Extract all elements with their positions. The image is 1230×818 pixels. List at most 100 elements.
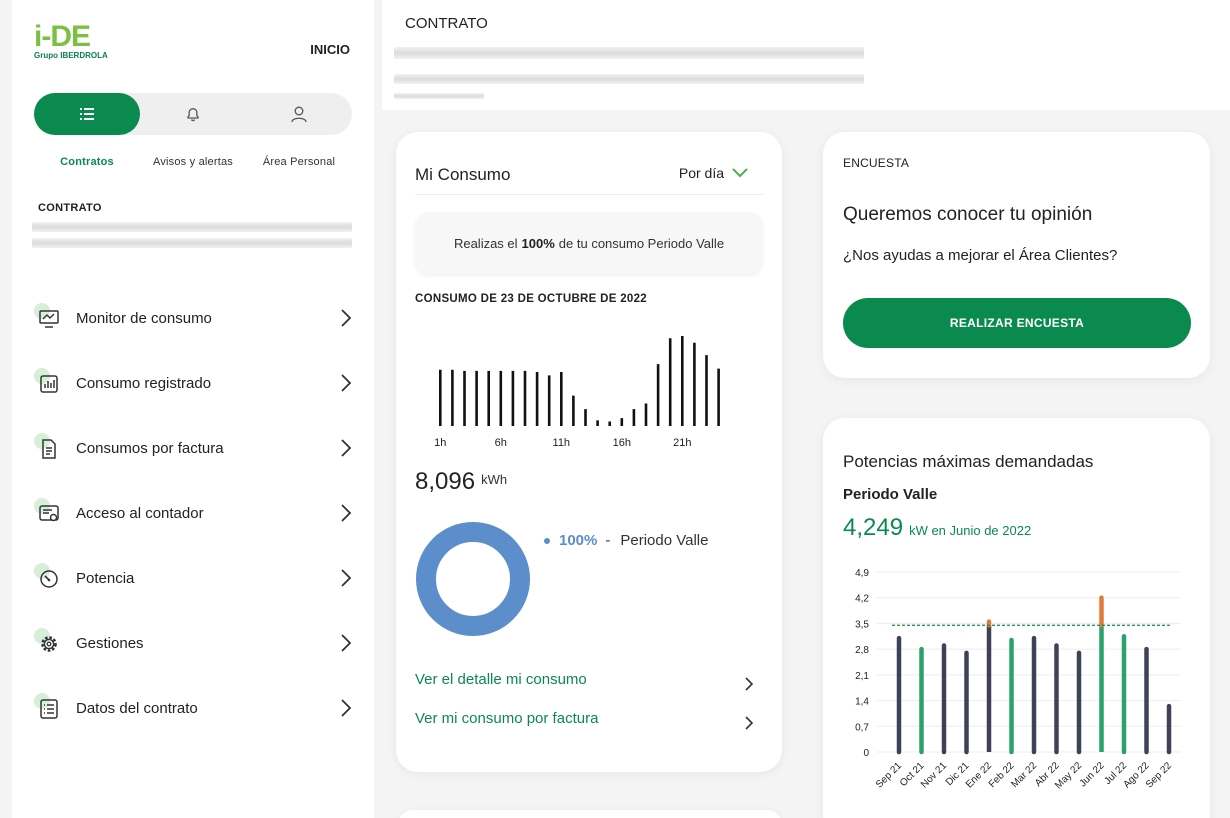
sidebar-item-monitor[interactable]: Monitor de consumo: [32, 286, 352, 351]
consumo-date-heading: CONSUMO DE 23 DE OCTUBRE DE 2022: [415, 293, 647, 305]
page-title: CONTRATO: [405, 15, 488, 32]
legend-sep: -: [605, 532, 611, 549]
list-icon: [80, 108, 94, 120]
hourly-bar-24h: [717, 368, 720, 426]
hourly-bar-4h: [475, 370, 478, 426]
chevron-right-icon: [341, 374, 352, 392]
hourly-bar-23h: [705, 355, 708, 426]
power-xtick-label: Sep 22: [1144, 760, 1174, 790]
power-ytick-label: 3,5: [855, 619, 869, 630]
potencias-title: Potencias máximas demandadas: [843, 452, 1094, 471]
hourly-bar-3h: [463, 370, 466, 426]
sidebar-item-label: Acceso al contador: [76, 505, 204, 522]
power-ytick-label: 1,4: [855, 697, 869, 708]
hourly-bar-2h: [451, 369, 454, 426]
power-xtick-label: Mar 22: [1009, 760, 1039, 790]
summary-pct: 100%: [521, 235, 555, 251]
legend-pct: 100%: [559, 532, 598, 549]
chevron-right-icon[interactable]: [744, 715, 754, 731]
realizar-encuesta-button[interactable]: REALIZAR ENCUESTA: [843, 298, 1191, 348]
chevron-right-icon: [341, 569, 352, 587]
period-dropdown-value: Por día: [678, 165, 724, 181]
hourly-bar-10h: [547, 375, 551, 426]
inicio-link[interactable]: INICIO: [310, 42, 350, 57]
chevron-right-icon[interactable]: [744, 676, 754, 692]
hourly-bar-14h: [596, 420, 599, 426]
sidebar-item-consumo-registrado[interactable]: Consumo registrado: [32, 351, 352, 416]
hourly-bar-8h: [523, 370, 527, 426]
hourly-bar-16h: [620, 418, 624, 426]
hourly-bar-12h: [572, 395, 575, 426]
monitor-icon-wrap: [34, 302, 62, 332]
hourly-bar-9h: [535, 372, 539, 426]
list-doc-icon-wrap: [34, 692, 62, 722]
tab-avisos[interactable]: [140, 93, 246, 135]
hourly-bar-19h: [656, 364, 660, 426]
encuesta-subtitle: ¿Nos ayudas a mejorar el Área Clientes?: [843, 247, 1118, 264]
meter-icon-wrap: [34, 497, 62, 527]
logo-subtext: Grupo IBERDROLA: [34, 51, 108, 60]
hourly-tick-label: 16h: [613, 437, 631, 449]
hourly-bar-20h: [668, 338, 672, 426]
power-ytick-label: 2,8: [855, 645, 869, 656]
hourly-bar-5h: [487, 370, 490, 426]
consumo-total-unit: kWh: [481, 472, 508, 487]
hourly-bar-21h: [681, 336, 684, 426]
divider: [415, 194, 763, 195]
gauge-icon: [40, 569, 58, 588]
next-card: [398, 810, 782, 818]
hourly-bar-15h: [608, 421, 611, 426]
legend-label: Periodo Valle: [620, 532, 709, 549]
sidebar-item-gestiones[interactable]: Gestiones: [32, 611, 352, 676]
consumo-total-value: 8,096: [415, 468, 476, 495]
link-detalle-consumo[interactable]: Ver el detalle mi consumo: [415, 671, 587, 688]
donut-slice-periodo-valle: [416, 522, 530, 636]
power-ytick-label: 0: [863, 748, 869, 759]
hourly-bar-17h: [632, 409, 636, 426]
summary-pre: Realizas el: [453, 235, 518, 251]
gear-icon: [41, 635, 57, 652]
power-xtick-label: Jun 22: [1078, 760, 1107, 789]
tab-area-personal[interactable]: [246, 93, 352, 135]
tab-label-contratos[interactable]: Contratos: [34, 156, 140, 168]
chevron-right-icon: [341, 439, 352, 457]
potencias-max-value: 4,249 kW en Junio de 2022: [843, 514, 1031, 542]
redacted-contract-line: [32, 222, 352, 232]
potencias-value: 4,249: [843, 514, 904, 541]
consumo-card: Mi Consumo Por día Realizas el 100% de t…: [396, 132, 782, 772]
period-dropdown[interactable]: Por día: [679, 165, 748, 181]
chevron-right-icon: [341, 309, 352, 327]
power-xtick-label: Sep 21: [874, 760, 904, 790]
consumo-summary: Realizas el 100% de tu consumo Periodo V…: [415, 212, 763, 274]
sidebar: i-DE Grupo IBERDROLA INICIO Contratos Av…: [12, 0, 374, 818]
sidebar-item-acceso-contador[interactable]: Acceso al contador: [32, 481, 352, 546]
tab-contratos[interactable]: [34, 93, 140, 135]
sidebar-item-label: Potencia: [76, 570, 135, 587]
power-ytick-label: 4,2: [855, 594, 869, 605]
sidebar-item-datos-contrato[interactable]: Datos del contrato: [32, 676, 352, 741]
redacted-contract-line: [32, 238, 352, 248]
gauge-icon-wrap: [34, 562, 62, 592]
redacted-header-line: [394, 74, 864, 84]
link-consumo-factura[interactable]: Ver mi consumo por factura: [415, 710, 598, 727]
bell-icon: [187, 108, 199, 122]
sidebar-item-potencia[interactable]: Potencia: [32, 546, 352, 611]
sidebar-item-label: Monitor de consumo: [76, 310, 212, 327]
logo-text: i-DE: [34, 20, 91, 53]
tab-label-area-personal[interactable]: Área Personal: [246, 156, 352, 168]
sidebar-item-consumos-factura[interactable]: Consumos por factura: [32, 416, 352, 481]
tab-label-avisos[interactable]: Avisos y alertas: [140, 156, 246, 168]
power-ytick-label: 0,7: [855, 722, 869, 733]
user-icon: [291, 106, 307, 123]
logo[interactable]: i-DE Grupo IBERDROLA: [34, 20, 108, 60]
period-donut-chart: [416, 522, 530, 636]
chevron-right-icon: [341, 634, 352, 652]
sidebar-item-label: Gestiones: [76, 635, 144, 652]
power-ytick-label: 2,1: [855, 671, 869, 682]
hourly-bar-6h: [499, 370, 503, 426]
hourly-tick-label: 21h: [673, 437, 691, 449]
bar-chart-icon-wrap: [34, 367, 62, 397]
hourly-bar-11h: [560, 372, 563, 426]
section-switcher: [34, 93, 352, 135]
sidebar-menu: Monitor de consumo Consumo registrado Co…: [32, 286, 352, 741]
